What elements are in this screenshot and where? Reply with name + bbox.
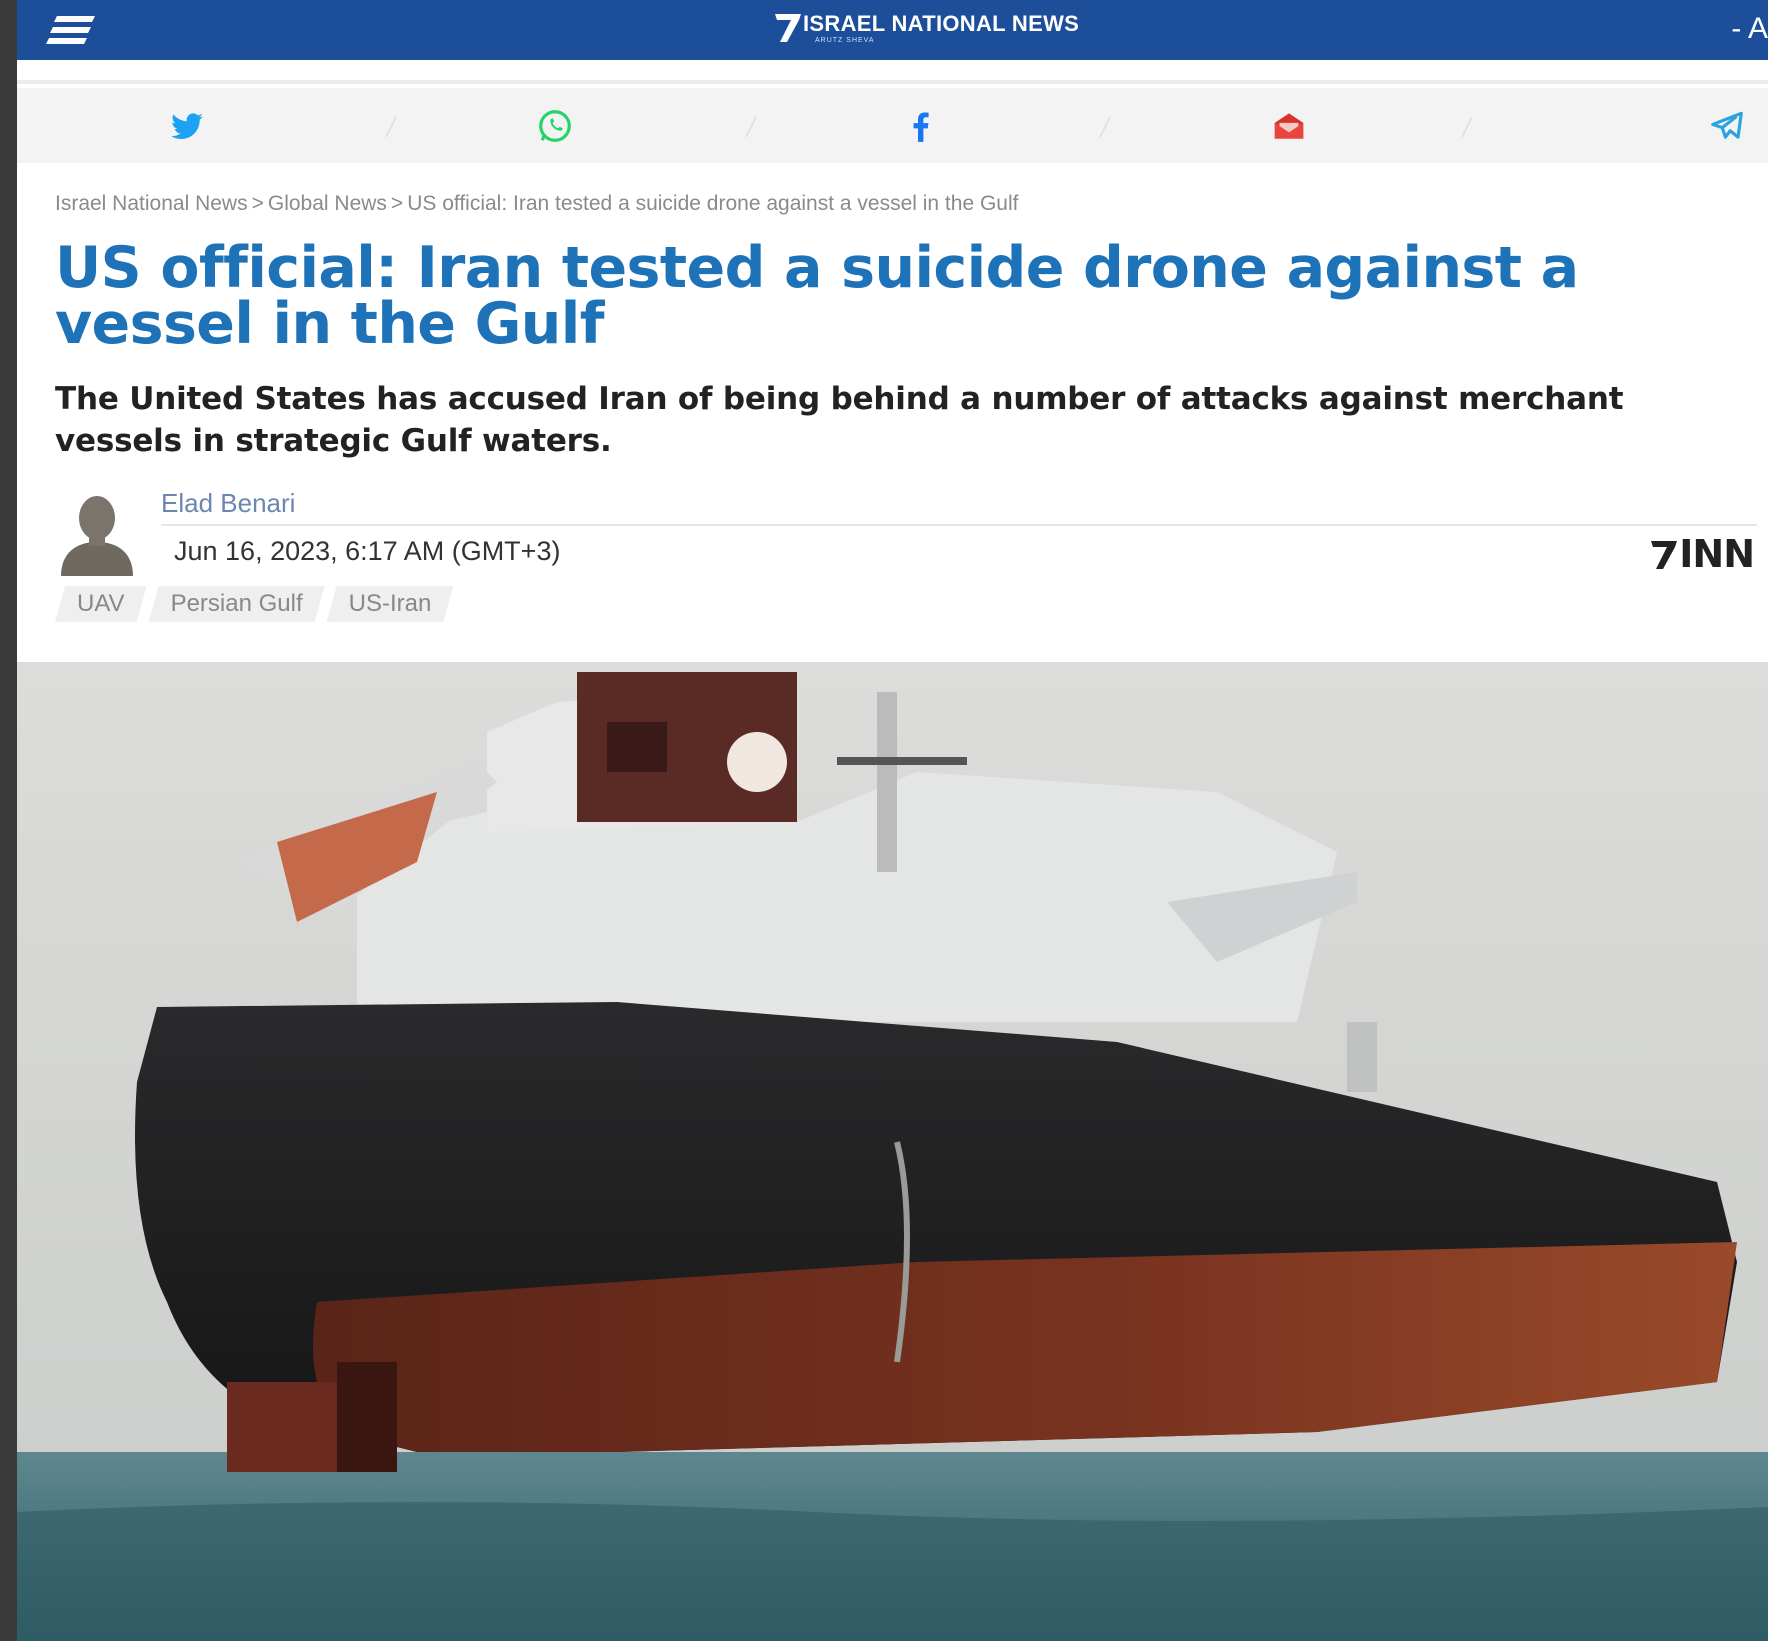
facebook-icon: [913, 112, 929, 142]
header-right-text[interactable]: - A: [1731, 12, 1768, 46]
logo-7-icon: [1651, 541, 1678, 569]
telegram-icon: [1711, 111, 1743, 139]
share-separator: [1461, 116, 1473, 138]
article-headline: US official: Iran tested a suicide drone…: [55, 235, 1579, 357]
site-logo[interactable]: ISRAEL NATIONAL NEWS ARUTZ SHEVA: [773, 10, 1079, 50]
share-bar: [17, 88, 1768, 163]
telegram-share-button[interactable]: [1705, 104, 1749, 148]
tag-uav[interactable]: UAV: [55, 586, 147, 622]
inn-logo-text: INN: [1679, 532, 1755, 576]
share-separator: [385, 116, 397, 138]
share-separator: [745, 116, 757, 138]
author-name[interactable]: Elad Benari: [161, 488, 295, 519]
author-divider: [161, 524, 1757, 526]
tag-us-iran[interactable]: US-Iran: [327, 586, 454, 622]
breadcrumb: Israel National News > Global News > US offi…: [55, 192, 1018, 216]
email-share-button[interactable]: [1267, 104, 1311, 148]
publish-date: Jun 16, 2023, 6:17 AM (GMT+3): [174, 536, 561, 566]
tag-list: UAV Persian Gulf US-Iran: [55, 586, 455, 622]
share-separator: [1099, 116, 1111, 138]
inn-logo: INN: [1649, 532, 1755, 576]
author-avatar[interactable]: [57, 490, 137, 576]
article-subheadline: The United States has accused Iran of be…: [55, 381, 1624, 459]
article-page: ISRAEL NATIONAL NEWS ARUTZ SHEVA - A Isr…: [17, 0, 1768, 1641]
email-icon: [1274, 113, 1304, 139]
whatsapp-share-button[interactable]: [533, 104, 577, 148]
twitter-share-button[interactable]: [165, 104, 209, 148]
whatsapp-icon: [539, 110, 571, 142]
breadcrumb-current: US official: Iran tested a suicide drone…: [407, 192, 1019, 215]
logo-7-icon: [775, 14, 801, 42]
breadcrumb-separator: >: [390, 192, 404, 215]
breadcrumb-home[interactable]: Israel National News: [55, 192, 248, 215]
hamburger-icon[interactable]: [43, 10, 103, 50]
tag-persian-gulf[interactable]: Persian Gulf: [149, 586, 325, 622]
hero-image[interactable]: [17, 662, 1768, 1641]
breadcrumb-section[interactable]: Global News: [268, 192, 387, 215]
site-header: ISRAEL NATIONAL NEWS ARUTZ SHEVA - A: [17, 0, 1768, 60]
breadcrumb-separator: >: [251, 192, 264, 215]
logo-subtext: ARUTZ SHEVA: [815, 37, 875, 44]
twitter-icon: [171, 113, 203, 139]
header-divider: [17, 60, 1768, 84]
facebook-share-button[interactable]: [899, 104, 943, 148]
logo-text: ISRAEL NATIONAL NEWS: [803, 11, 1080, 36]
